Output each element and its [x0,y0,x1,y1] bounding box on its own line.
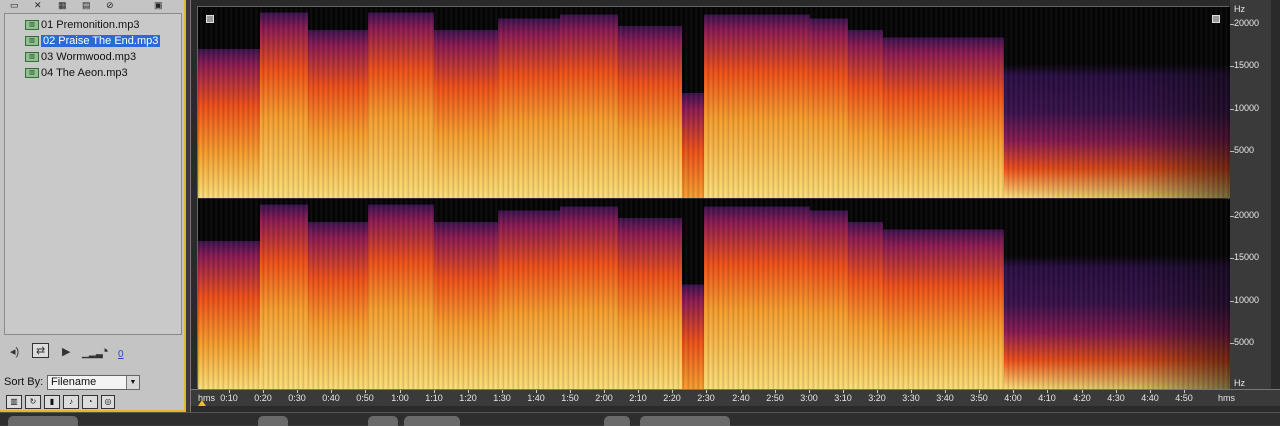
sort-by-select[interactable]: Filename ▼ [47,374,140,390]
list-item-selected[interactable]: ▥ 02 Praise The End.mp3 [25,34,161,48]
sort-by-value: Filename [51,375,97,388]
close-file-icon[interactable]: ✕ [34,0,42,10]
hz-unit-label-bottom: Hz [1234,378,1245,388]
time-tick-label: 3:20 [868,393,886,403]
time-tick-label: 0:50 [356,393,374,403]
time-tick-label: 2:10 [629,393,647,403]
hz-tick-label: 15000 [1234,60,1260,70]
spectrogram-texture [198,199,1230,389]
hz-tick-label: 20000 [1234,210,1260,220]
time-tick-label: 0:40 [322,393,340,403]
hz-tick-label: 10000 [1234,103,1260,113]
files-panel: ▭ ✕ ▦ ▤ ⊘ ▣ ▥ 01 Premonition.mp3 ▥ 02 Pr… [0,0,186,412]
panel-menu-icon[interactable]: ▣ [154,0,163,10]
hz-tick-label: 10000 [1234,295,1260,305]
edit-file-icon[interactable]: ▤ [82,0,91,10]
time-tick-label: 4:10 [1038,393,1056,403]
list-item[interactable]: ▥ 03 Wormwood.mp3 [25,50,136,64]
time-tick-label: 1:40 [527,393,545,403]
list-item[interactable]: ▥ 04 The Aeon.mp3 [25,66,128,80]
show-loops-icon[interactable]: ↻ [25,395,41,409]
hz-unit-label-top: Hz [1234,4,1245,14]
list-item[interactable]: ▥ 01 Premonition.mp3 [25,18,139,32]
time-tick-label: 1:20 [459,393,477,403]
playhead-marker-icon[interactable] [198,400,206,406]
time-tick-label: 4:20 [1073,393,1091,403]
time-tick-label: 2:20 [663,393,681,403]
volume-value[interactable]: 0 [118,349,124,360]
show-video-files-icon[interactable]: ▮ [44,395,60,409]
spectral-view[interactable] [197,6,1230,389]
time-tick-label: 3:40 [936,393,954,403]
audio-file-icon: ▥ [25,20,39,30]
hz-tick-label: 15000 [1234,252,1260,262]
time-tick-label: 1:50 [561,393,579,403]
hz-tick-label: 20000 [1234,18,1260,28]
show-audio-files-icon[interactable]: ▥ [6,395,22,409]
time-ruler: hms hms 0:10 0:20 0:30 0:40 0:50 1:00 1:10 1:20… [191,389,1280,406]
show-midi-files-icon[interactable]: ♪ [63,395,79,409]
audio-file-icon: ▥ [25,36,39,46]
auto-play-icon[interactable]: ⊘ [106,0,114,10]
time-tick-label: 2:40 [732,393,750,403]
time-tick-label: 4:30 [1107,393,1125,403]
time-unit-right: hms [1218,393,1236,403]
speaker-icon[interactable]: ◂) [10,345,19,358]
files-toolbar: ▭ ✕ ▦ ▤ ⊘ ▣ [4,0,182,12]
time-tick-label: 2:30 [697,393,715,403]
volume-knob-icon[interactable]: ◔ [100,343,109,360]
spectrogram-right-channel[interactable] [198,199,1230,389]
time-tick-label: 1:10 [425,393,443,403]
time-tick-label: 0:20 [254,393,272,403]
time-tick-label: 4:50 [1175,393,1193,403]
time-tick-label: 3:10 [834,393,852,403]
play-icon[interactable]: ▶ [62,345,70,358]
time-tick-label: 3:00 [800,393,818,403]
preview-transport: ◂) ⇄ ▶ ▁▂▃ ◔ 0 [4,340,182,366]
bottom-status-strip [0,412,1280,426]
spectrogram-left-channel[interactable] [198,7,1230,198]
spectral-display-panel: Hz Hz 20000 15000 10000 5000 20000 15000 10000… [190,0,1280,412]
audio-file-icon: ▥ [25,52,39,62]
file-type-filters: ▥ ↻ ▮ ♪ ◔ ◎ [6,395,115,409]
insert-multitrack-icon[interactable]: ▦ [58,0,67,10]
time-tick-label: 3:50 [970,393,988,403]
time-tick-label: 2:00 [595,393,613,403]
open-file-icon[interactable]: ▭ [10,0,19,10]
hz-tick-label: 5000 [1234,337,1255,347]
file-list[interactable]: ▥ 01 Premonition.mp3 ▥ 02 Praise The End… [4,13,182,335]
show-metadata-icon[interactable]: ◔ [82,395,98,409]
time-tick-label: 3:30 [902,393,920,403]
time-tick-label: 4:40 [1141,393,1159,403]
time-tick-label: 2:50 [766,393,784,403]
zoom-corner-left-icon[interactable] [206,15,214,23]
sort-by-label: Sort By: [4,376,44,388]
hz-tick-label: 5000 [1234,145,1255,155]
zoom-corner-right-icon[interactable] [1212,15,1220,23]
frequency-ruler: Hz Hz 20000 15000 10000 5000 20000 15000 10000… [1230,0,1271,392]
time-tick-label: 0:10 [220,393,238,403]
time-tick-label: 1:30 [493,393,511,403]
spectrogram-texture [198,7,1230,198]
time-tick-label: 0:30 [288,393,306,403]
time-tick-label: 1:00 [391,393,409,403]
chevron-down-icon: ▼ [126,375,139,389]
audio-file-icon: ▥ [25,68,39,78]
sort-row: Sort By: Filename ▼ [4,374,182,390]
loop-icon[interactable]: ⇄ [32,343,50,358]
time-tick-label: 4:00 [1004,393,1022,403]
show-cd-icon[interactable]: ◎ [101,395,115,409]
